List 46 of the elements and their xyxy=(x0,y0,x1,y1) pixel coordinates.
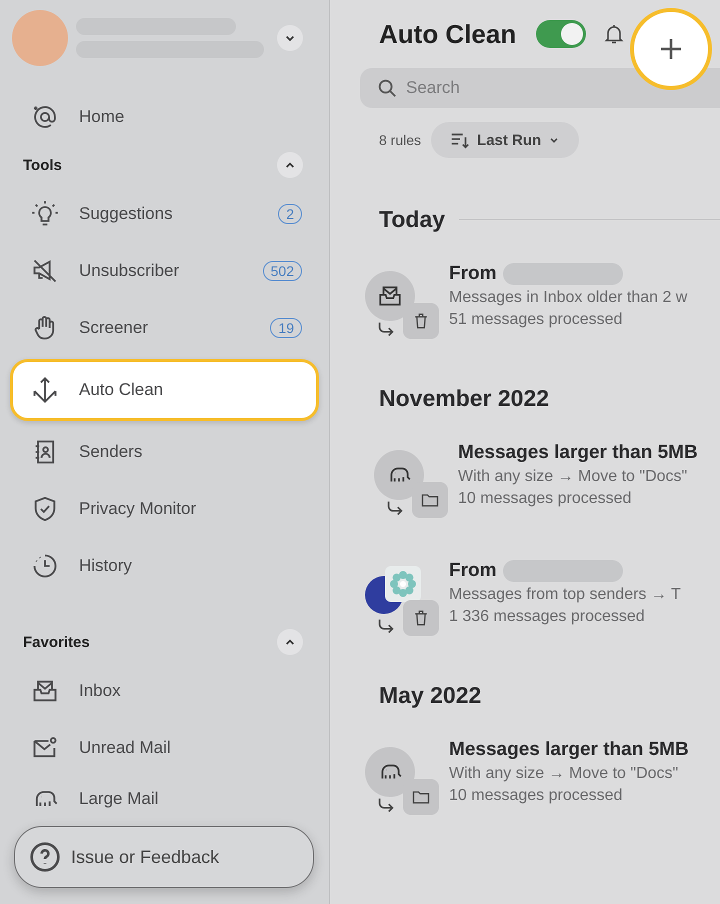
rule-title[interactable]: From xyxy=(449,560,496,582)
rule-title[interactable]: Messages larger than 5MB xyxy=(449,739,689,761)
sidebar-item[interactable]: Unsubscriber 502 xyxy=(10,242,319,299)
rule-title[interactable]: Messages larger than 5MB xyxy=(458,442,698,464)
section-title: Tools xyxy=(23,156,62,174)
bell-icon[interactable] xyxy=(602,22,626,46)
rule-description: With any size → Move to "Docs" xyxy=(458,468,688,486)
collapse-button[interactable] xyxy=(277,629,303,655)
help-icon xyxy=(29,841,61,873)
count-badge: 502 xyxy=(262,260,302,280)
count-badge: 19 xyxy=(270,318,302,338)
processed-count: 10 messages processed xyxy=(449,787,624,805)
sort-button[interactable]: Last Run xyxy=(431,122,580,158)
rule-title[interactable]: From xyxy=(449,263,496,285)
sidebar-item[interactable]: History xyxy=(10,537,319,594)
arrows-icon xyxy=(31,376,59,404)
history-icon xyxy=(31,552,59,580)
processed-count: 1 336 messages processed xyxy=(449,608,646,626)
bulb-icon xyxy=(31,200,59,228)
processed-count: 51 messages processed xyxy=(449,311,624,329)
search-field[interactable]: Search xyxy=(360,68,720,108)
sidebar-item[interactable]: Auto Clean xyxy=(10,359,319,421)
sidebar-item[interactable]: Large Mail xyxy=(10,776,319,822)
feedback-button[interactable]: Issue or Feedback xyxy=(14,826,314,888)
group-heading: November 2022 xyxy=(379,385,550,412)
rule-description: Messages in Inbox older than 2 w xyxy=(449,289,688,307)
sidebar-item[interactable]: Screener 19 xyxy=(10,299,319,356)
sidebar-item[interactable]: Home xyxy=(10,88,319,145)
account-menu-button[interactable] xyxy=(277,25,303,51)
group-heading: Today xyxy=(379,206,446,233)
toggle-switch[interactable] xyxy=(536,20,586,48)
collapse-button[interactable] xyxy=(277,152,303,178)
sidebar-item[interactable]: Privacy Monitor xyxy=(10,480,319,537)
sidebar-item[interactable]: Inbox xyxy=(10,662,319,719)
page-title: Auto Clean xyxy=(379,18,516,50)
processed-count: 10 messages processed xyxy=(458,490,632,508)
count-badge: 2 xyxy=(278,204,302,224)
rule-description: Messages from top senders → T xyxy=(449,586,681,604)
rule-description: With any size → Move to "Docs" xyxy=(449,765,680,783)
sidebar-item[interactable]: Senders xyxy=(10,423,319,480)
section-title: Favorites xyxy=(23,634,90,650)
group-heading: May 2022 xyxy=(379,682,482,709)
sidebar-item[interactable]: Suggestions 2 xyxy=(10,185,319,242)
search-icon xyxy=(376,77,398,99)
rule-count: 8 rules xyxy=(379,132,422,148)
sidebar-item[interactable]: Unread Mail xyxy=(10,719,319,776)
